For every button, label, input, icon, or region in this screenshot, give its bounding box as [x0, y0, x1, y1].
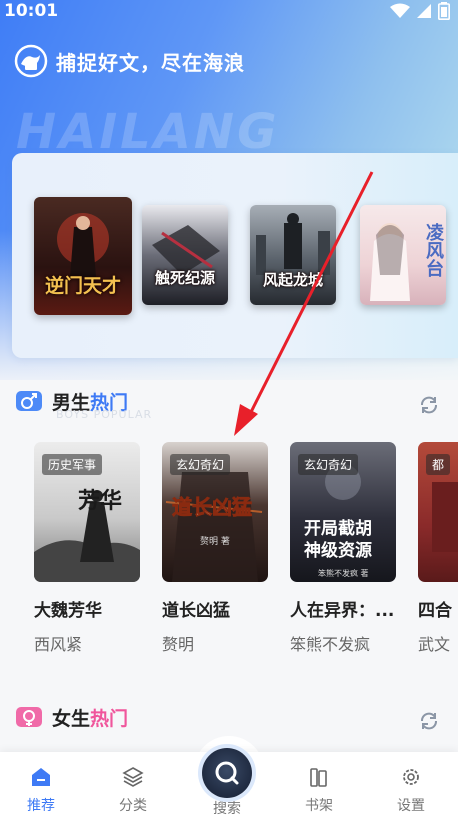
- nav-item-recommend[interactable]: 推荐: [6, 752, 76, 820]
- nav-item-category[interactable]: 分类: [98, 752, 168, 820]
- svg-text:道长凶猛: 道长凶猛: [172, 495, 252, 519]
- app-screen: 10:01 捕捉好文，尽在海浪 HAILANG 逆门天才 触死纪源 风起龙城 凌…: [0, 0, 458, 820]
- book-author: 西风紧: [34, 635, 83, 654]
- female-section-title: 女生热门: [52, 704, 128, 731]
- bookshelf-icon: [310, 768, 327, 787]
- gear-icon: [403, 769, 419, 785]
- nav-item-bookshelf[interactable]: 书架: [284, 752, 354, 820]
- battery-icon: [438, 2, 450, 20]
- svg-text:赘明 著: 赘明 著: [200, 535, 230, 547]
- brand-watermark: HAILANG: [16, 104, 280, 160]
- section-label-hot: 热门: [90, 708, 129, 730]
- svg-text:神级资源: 神级资源: [304, 540, 372, 561]
- status-icons: [390, 2, 450, 20]
- book-cover[interactable]: 道长凶猛 赘明 著 玄幻奇幻: [162, 442, 268, 582]
- nav-label: 搜索: [213, 801, 241, 817]
- book-cover[interactable]: 芳华 历史军事: [34, 442, 140, 582]
- app-title: 捕捉好文，尽在海浪: [56, 50, 245, 75]
- cover-art: [256, 213, 330, 275]
- book-author: 笨熊不发疯: [290, 635, 371, 654]
- book-card-3[interactable]: 开局截胡 神级资源 笨熊不发疯 著 玄幻奇幻 人在异界：... 笨熊不发疯: [290, 442, 396, 655]
- male-section-subtitle: BOYS POPULAR: [56, 408, 153, 421]
- carousel-cover-4[interactable]: 凌风台: [360, 205, 446, 305]
- search-icon: [215, 761, 239, 785]
- book-card-1[interactable]: 芳华 历史军事 大魏芳华 西风紧: [34, 442, 140, 655]
- book-cover[interactable]: 都: [418, 442, 458, 582]
- book-title: 道长凶猛: [162, 601, 230, 621]
- book-genre-tag: 都: [426, 454, 451, 475]
- male-refresh-icon[interactable]: [418, 394, 440, 416]
- nav-label: 分类: [119, 798, 147, 814]
- cover-art: [152, 225, 220, 275]
- featured-carousel[interactable]: 逆门天才 触死纪源 风起龙城 凌风台: [12, 153, 458, 358]
- carousel-cover-1[interactable]: 逆门天才: [34, 197, 132, 315]
- layers-icon: [122, 767, 144, 787]
- wave-logo-icon: [14, 44, 48, 78]
- nav-label: 书架: [305, 798, 333, 814]
- book-author: 赘明: [162, 635, 195, 654]
- carousel-cover-title: 触死纪源: [154, 269, 215, 287]
- nav-label: 推荐: [27, 798, 55, 814]
- female-section-header: 女生热门: [14, 704, 128, 731]
- carousel-cover-title: 逆门天才: [44, 275, 121, 297]
- book-card-4[interactable]: 都 四合 武文: [418, 442, 458, 655]
- book-title: 四合: [418, 601, 452, 621]
- nav-label: 设置: [397, 798, 425, 814]
- wifi-icon: [390, 3, 410, 18]
- carousel-cover-title: 风起龙城: [262, 271, 323, 289]
- book-author: 武文: [418, 635, 451, 654]
- book-cover[interactable]: 开局截胡 神级资源 笨熊不发疯 著 玄幻奇幻: [290, 442, 396, 582]
- male-icon: [16, 390, 42, 411]
- brand-header: 捕捉好文，尽在海浪: [14, 44, 245, 78]
- svg-text:芳华: 芳华: [78, 488, 122, 514]
- search-fab-button[interactable]: [202, 748, 252, 798]
- carousel-cover-title: 凌风台: [423, 223, 444, 277]
- female-refresh-icon[interactable]: [418, 710, 440, 732]
- status-bar: 10:01: [0, 0, 458, 24]
- home-icon: [32, 768, 50, 786]
- carousel-cover-3[interactable]: 风起龙城: [250, 205, 336, 305]
- signal-icon: [417, 4, 431, 18]
- section-label-prefix: 女生: [52, 708, 91, 730]
- nav-item-settings[interactable]: 设置: [376, 752, 446, 820]
- book-title: 大魏芳华: [34, 601, 102, 621]
- svg-text:笨熊不发疯 著: 笨熊不发疯 著: [318, 568, 369, 578]
- book-genre-tag: 历史军事: [42, 454, 103, 475]
- book-title: 人在异界：...: [290, 601, 395, 621]
- female-icon: [16, 706, 42, 727]
- book-card-2[interactable]: 道长凶猛 赘明 著 玄幻奇幻 道长凶猛 赘明: [162, 442, 268, 655]
- book-genre-tag: 玄幻奇幻: [170, 454, 231, 475]
- svg-text:开局截胡: 开局截胡: [304, 518, 372, 539]
- book-genre-tag: 玄幻奇幻: [298, 454, 359, 475]
- status-time: 10:01: [4, 1, 59, 21]
- carousel-cover-2[interactable]: 触死纪源: [142, 205, 228, 305]
